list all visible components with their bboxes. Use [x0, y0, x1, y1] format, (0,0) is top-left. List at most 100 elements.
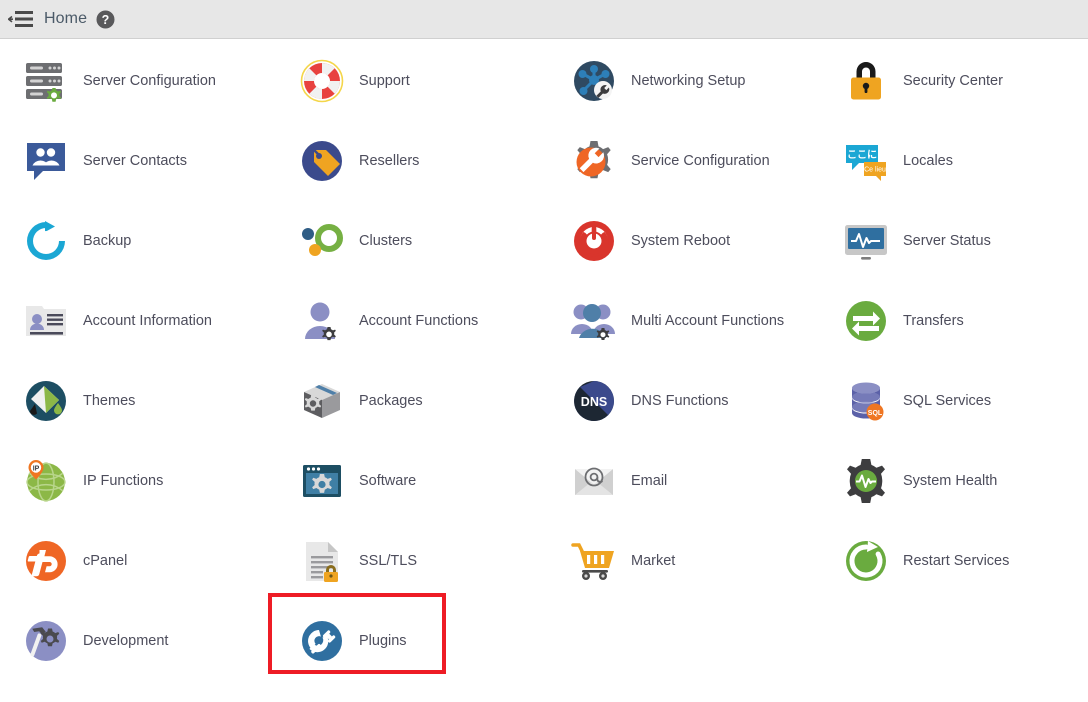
- globe-hammer-gear-icon: [20, 615, 72, 667]
- feature-item-label: IP Functions: [83, 472, 164, 489]
- cpanel-logo-icon: [20, 535, 72, 587]
- feature-grid-row: Development Plugins: [0, 601, 1088, 681]
- shopping-cart-icon: [568, 535, 620, 587]
- box-gear-icon: [296, 375, 348, 427]
- feature-item-label: Locales: [903, 152, 953, 169]
- feature-item-label: Plugins: [359, 632, 407, 649]
- window-gear-icon: [296, 455, 348, 507]
- cluster-nodes-icon: [296, 215, 348, 267]
- document-lock-icon: [296, 535, 348, 587]
- feature-item-label: Resellers: [359, 152, 420, 169]
- feature-grid-row: IP IP Functions Software Email System He…: [0, 441, 1088, 521]
- feature-item-server-configuration[interactable]: Server Configuration: [0, 41, 272, 121]
- network-nodes-wrench-icon: [568, 55, 620, 107]
- feature-item-label: cPanel: [83, 552, 128, 569]
- feature-item-label: Service Configuration: [631, 152, 770, 169]
- feature-item-locales[interactable]: ここに Ce lieu Locales: [816, 121, 1088, 201]
- feature-item-label: Themes: [83, 392, 136, 409]
- feature-item-label: Transfers: [903, 312, 964, 329]
- feature-item-system-reboot[interactable]: System Reboot: [544, 201, 816, 281]
- contacts-speech-bubble-icon: [20, 135, 72, 187]
- feature-grid-row: Account Information Account Functions Mu…: [0, 281, 1088, 361]
- feature-item-packages[interactable]: Packages: [272, 361, 544, 441]
- globe-ip-pin-icon: IP: [20, 455, 72, 507]
- top-header-bar: Home ?: [0, 0, 1088, 39]
- feature-grid-row: Backup Clusters System Reboot Server Sta…: [0, 201, 1088, 281]
- feature-item-service-configuration[interactable]: Service Configuration: [544, 121, 816, 201]
- feature-item-label: Clusters: [359, 232, 413, 249]
- envelope-at-icon: [568, 455, 620, 507]
- feature-item-account-functions[interactable]: Account Functions: [272, 281, 544, 361]
- breadcrumb-home-link[interactable]: Home: [44, 10, 87, 28]
- feature-item-email[interactable]: Email: [544, 441, 816, 521]
- feature-item-ip-functions[interactable]: IP IP Functions: [0, 441, 272, 521]
- feature-item-label: Server Configuration: [83, 72, 216, 89]
- feature-grid-row: cPanel SSL/TLS Market Restart Services: [0, 521, 1088, 601]
- feature-item-system-health[interactable]: System Health: [816, 441, 1088, 521]
- svg-text:SQL: SQL: [868, 410, 883, 417]
- svg-text:Ce lieu: Ce lieu: [864, 167, 886, 174]
- feature-item-label: Restart Services: [903, 552, 1010, 569]
- gear-wrench-icon: [568, 135, 620, 187]
- feature-item-dns-functions[interactable]: DNS DNS Functions: [544, 361, 816, 441]
- feature-item-market[interactable]: Market: [544, 521, 816, 601]
- feature-item-software[interactable]: Software: [272, 441, 544, 521]
- feature-item-development[interactable]: Development: [0, 601, 272, 681]
- feature-item-label: Email: [631, 472, 668, 489]
- users-gear-icon: [568, 295, 620, 347]
- feature-item-server-contacts[interactable]: Server Contacts: [0, 121, 272, 201]
- id-card-icon: [20, 295, 72, 347]
- refresh-circle-icon: [840, 535, 892, 587]
- dns-circle-icon: DNS: [568, 375, 620, 427]
- feature-grid: Server Configuration Support Networking …: [0, 40, 1088, 681]
- feature-item-resellers[interactable]: Resellers: [272, 121, 544, 201]
- feature-item-plugins[interactable]: Plugins: [272, 601, 544, 681]
- feature-item-label: Server Contacts: [83, 152, 187, 169]
- hamburger-collapse-icon[interactable]: [0, 0, 42, 39]
- power-button-icon: [568, 215, 620, 267]
- feature-grid-row: Server Contacts Resellers Service Config…: [0, 121, 1088, 201]
- price-tag-circle-icon: [296, 135, 348, 187]
- feature-item-label: Account Information: [83, 312, 212, 329]
- server-rack-gear-icon: [20, 55, 72, 107]
- user-gear-icon: [296, 295, 348, 347]
- database-sql-icon: SQL: [840, 375, 892, 427]
- feature-item-multi-account-functions[interactable]: Multi Account Functions: [544, 281, 816, 361]
- feature-item-label: System Health: [903, 472, 998, 489]
- feature-item-clusters[interactable]: Clusters: [272, 201, 544, 281]
- help-circle-icon[interactable]: ?: [96, 10, 115, 29]
- grid-cell-empty: [816, 601, 1088, 681]
- feature-item-label: Networking Setup: [631, 72, 746, 89]
- feature-item-security-center[interactable]: Security Center: [816, 41, 1088, 121]
- feature-item-label: System Reboot: [631, 232, 731, 249]
- translation-bubbles-icon: ここに Ce lieu: [840, 135, 892, 187]
- padlock-icon: [840, 55, 892, 107]
- svg-text:ここに: ここに: [847, 149, 877, 161]
- feature-item-label: Security Center: [903, 72, 1003, 89]
- monitor-pulse-icon: [840, 215, 892, 267]
- feature-item-support[interactable]: Support: [272, 41, 544, 121]
- feature-item-backup[interactable]: Backup: [0, 201, 272, 281]
- feature-item-sql-services[interactable]: SQL SQL Services: [816, 361, 1088, 441]
- feature-item-label: Packages: [359, 392, 423, 409]
- feature-grid-row: Themes Packages DNS DNS Functions SQL SQ…: [0, 361, 1088, 441]
- feature-item-server-status[interactable]: Server Status: [816, 201, 1088, 281]
- feature-item-label: Support: [359, 72, 410, 89]
- feature-item-restart-services[interactable]: Restart Services: [816, 521, 1088, 601]
- power-plug-circle-icon: [296, 615, 348, 667]
- feature-item-transfers[interactable]: Transfers: [816, 281, 1088, 361]
- grid-cell-empty: [544, 601, 816, 681]
- feature-item-label: Development: [83, 632, 169, 649]
- feature-item-ssl-tls[interactable]: SSL/TLS: [272, 521, 544, 601]
- feature-item-label: Backup: [83, 232, 132, 249]
- feature-item-label: SSL/TLS: [359, 552, 418, 569]
- feature-item-themes[interactable]: Themes: [0, 361, 272, 441]
- svg-text:IP: IP: [33, 466, 40, 473]
- feature-item-networking-setup[interactable]: Networking Setup: [544, 41, 816, 121]
- feature-item-label: Software: [359, 472, 417, 489]
- clock-refresh-icon: [20, 215, 72, 267]
- transfer-arrows-icon: [840, 295, 892, 347]
- feature-item-label: SQL Services: [903, 392, 992, 409]
- feature-item-cpanel[interactable]: cPanel: [0, 521, 272, 601]
- feature-item-account-information[interactable]: Account Information: [0, 281, 272, 361]
